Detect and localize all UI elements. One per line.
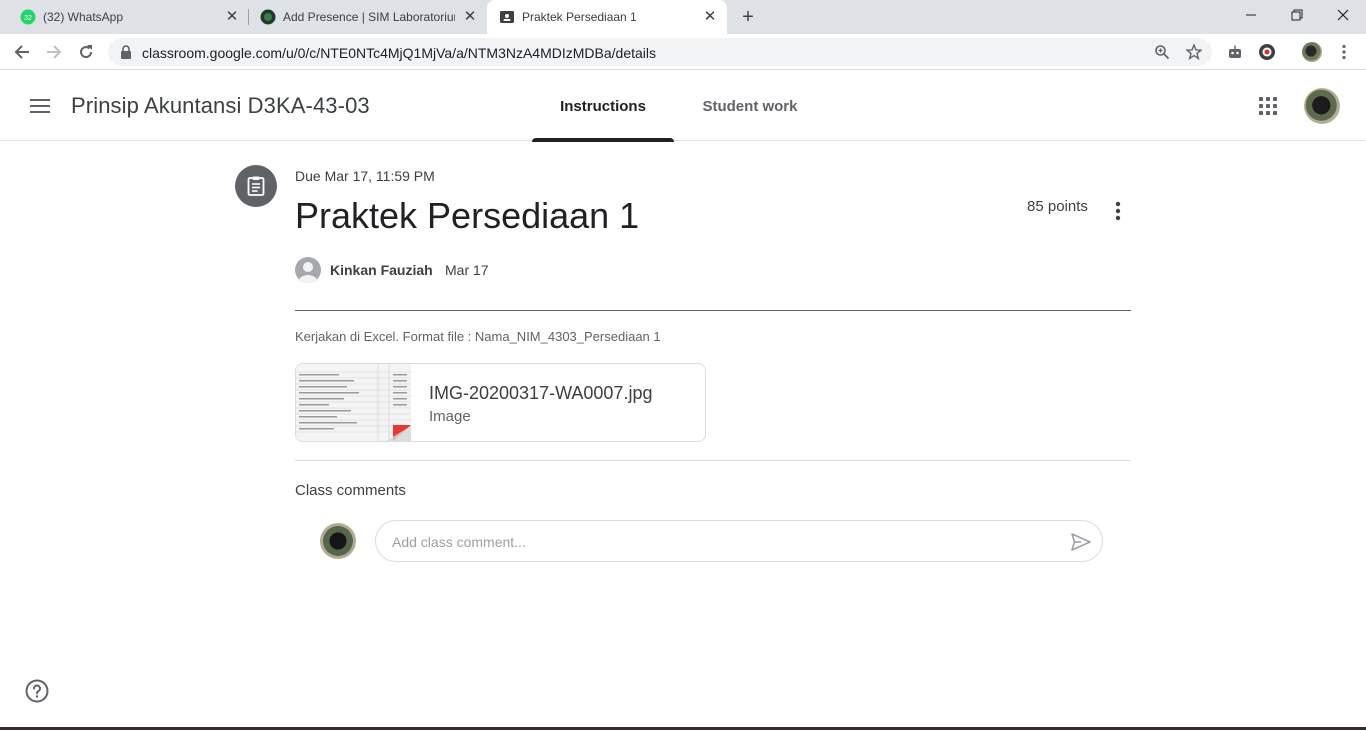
forward-button[interactable] [42,40,66,64]
lock-icon [121,45,131,59]
attachment-name: IMG-20200317-WA0007.jpg [429,383,653,403]
browser-tab-sim-laboratorium[interactable]: Add Presence | SIM Laboratorium ✕ [248,0,486,34]
new-tab-button[interactable]: + [738,7,758,27]
classroom-icon [500,11,514,23]
assignment-title: Praktek Persediaan 1 [295,195,640,236]
bookmark-star-icon[interactable] [1185,43,1203,61]
attachment-thumbnail [296,364,411,441]
profile-avatar[interactable] [1302,42,1322,62]
arrow-left-icon [14,45,29,59]
reload-button[interactable] [74,40,98,64]
arrow-right-icon [47,45,62,59]
more-vert-icon [1115,201,1121,221]
more-vert-icon [1342,44,1346,60]
tab-title: Add Presence | SIM Laboratorium [283,10,455,24]
attachment-type: Image [429,408,471,425]
close-window-button[interactable] [1320,0,1366,30]
address-bar[interactable]: classroom.google.com/u/0/c/NTE0NTc4MjQ1M… [108,38,1212,66]
account-avatar[interactable] [1304,88,1340,124]
author-avatar [295,257,321,283]
more-options-button[interactable] [1106,199,1130,223]
minimize-button[interactable] [1228,0,1274,30]
site-globe-icon [260,9,276,25]
close-tab-icon[interactable]: ✕ [702,9,718,25]
tab-student-work[interactable]: Student work [680,71,820,141]
close-icon [1337,9,1349,21]
course-title[interactable]: Prinsip Akuntansi D3KA-43-03 [71,93,370,119]
reload-icon [80,45,93,59]
class-comment-input[interactable] [392,532,1032,552]
assignment-description: Kerjakan di Excel. Format file : Nama_NI… [295,329,661,344]
browser-tab-praktek-persediaan[interactable]: Praktek Persediaan 1 ✕ [487,0,727,34]
minimize-icon [1246,14,1256,16]
back-button[interactable] [10,40,34,64]
svg-text:32: 32 [24,15,32,22]
posted-date: Mar 17 [445,262,489,278]
browser-tab-whatsapp[interactable]: 32 (32) WhatsApp ✕ [8,0,248,34]
due-date: Due Mar 17, 11:59 PM [295,168,435,184]
extension-record-icon[interactable] [1257,42,1277,62]
google-apps-icon[interactable] [1256,94,1280,118]
help-icon[interactable] [25,679,49,703]
tab-instructions[interactable]: Instructions [532,71,674,142]
close-tab-icon[interactable]: ✕ [462,9,478,25]
restore-icon [1291,9,1303,21]
assignment-points: 85 points [1027,198,1088,215]
person-icon [299,262,317,283]
browser-menu-button[interactable] [1334,42,1354,62]
url-text: classroom.google.com/u/0/c/NTE0NTc4MjQ1M… [142,45,657,61]
zoom-icon[interactable] [1153,43,1171,61]
hamburger-menu-icon[interactable] [28,94,52,118]
assignment-icon [235,165,277,207]
header-divider [295,310,1131,311]
attachment-card[interactable]: IMG-20200317-WA0007.jpg Image [295,363,706,442]
avatar-image [1302,42,1322,62]
comment-box [375,520,1103,562]
author-name: Kinkan Fauziah [330,262,433,278]
browser-toolbar: classroom.google.com/u/0/c/NTE0NTc4MjQ1M… [0,34,1366,70]
tab-title: (32) WhatsApp [43,10,124,24]
class-comments-label: Class comments [295,482,406,499]
commenter-avatar [320,523,356,559]
close-tab-icon[interactable]: ✕ [224,9,240,25]
extension-robot-icon[interactable] [1225,42,1245,62]
send-icon[interactable] [1069,530,1093,554]
classroom-header: Prinsip Akuntansi D3KA-43-03 Instruction… [0,71,1366,142]
tab-label: Instructions [560,97,646,115]
section-divider [295,460,1131,461]
tab-label: Student work [702,97,798,115]
tab-title: Praktek Persediaan 1 [522,10,637,24]
restore-button[interactable] [1274,0,1320,30]
browser-tabstrip: 32 (32) WhatsApp ✕ Add Presence | SIM La… [0,0,1366,34]
whatsapp-icon: 32 [20,9,36,25]
